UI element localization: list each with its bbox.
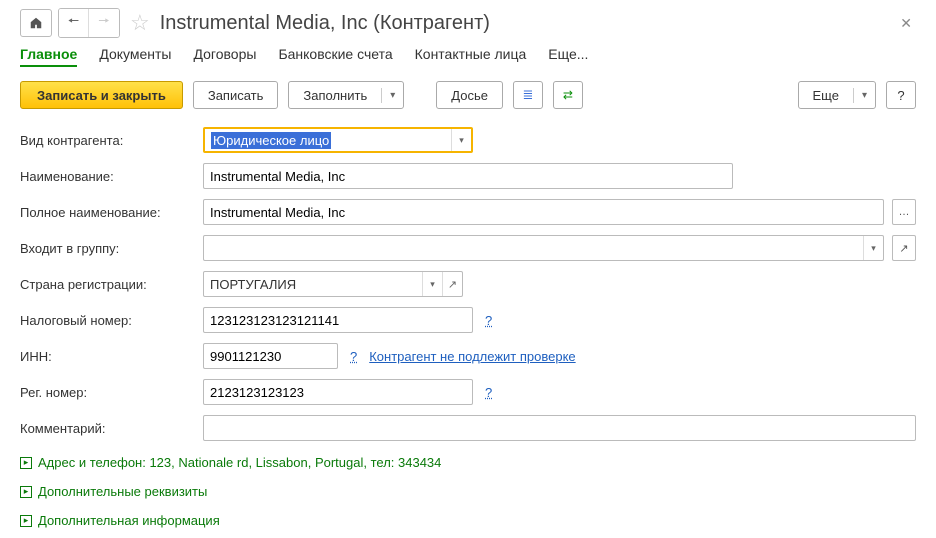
tab-more[interactable]: Еще...: [548, 46, 588, 67]
close-icon[interactable]: ✕: [896, 11, 916, 36]
forward-button[interactable]: 🠖: [89, 9, 119, 37]
reg-no-input[interactable]: [203, 379, 473, 405]
refresh-icon: ⇄: [563, 88, 573, 102]
favorite-star-icon[interactable]: ☆: [130, 10, 150, 36]
expand-arrow-icon: ▸: [20, 457, 32, 469]
dossier-button[interactable]: Досье: [436, 81, 503, 109]
group-value: [204, 236, 863, 260]
expand-arrow-icon: ▸: [20, 515, 32, 527]
chevron-down-icon[interactable]: ▾: [422, 272, 442, 296]
expander-extra-req[interactable]: ▸ Дополнительные реквизиты: [20, 484, 916, 499]
more-button[interactable]: Еще ▾: [798, 81, 876, 109]
page-title: Instrumental Media, Inc (Контрагент): [160, 12, 490, 35]
country-select[interactable]: ПОРТУГАЛИЯ ▾ ↗: [203, 271, 463, 297]
expander-address[interactable]: ▸ Адрес и телефон: 123, Nationale rd, Li…: [20, 455, 916, 470]
list-icon: ≣: [523, 87, 534, 103]
fill-label: Заполнить: [289, 88, 382, 103]
full-name-ellipsis-button[interactable]: …: [892, 199, 916, 225]
expander-extra-info-label: Дополнительная информация: [38, 513, 220, 528]
tax-no-input[interactable]: [203, 307, 473, 333]
label-reg-no: Рег. номер:: [20, 385, 195, 400]
label-tax-no: Налоговый номер:: [20, 313, 195, 328]
reg-no-help[interactable]: ?: [481, 385, 496, 400]
comment-input[interactable]: [203, 415, 916, 441]
arrow-right-icon: 🠖: [98, 12, 109, 34]
group-open-button[interactable]: ↗: [892, 235, 916, 261]
fill-button[interactable]: Заполнить ▾: [288, 81, 404, 109]
group-select[interactable]: ▾: [203, 235, 884, 261]
type-select[interactable]: Юридическое лицо ▾: [203, 127, 473, 153]
back-button[interactable]: 🠔: [59, 9, 89, 37]
country-value: ПОРТУГАЛИЯ: [204, 272, 422, 296]
tax-no-help[interactable]: ?: [481, 313, 496, 328]
chevron-down-icon: ▾: [854, 90, 875, 101]
tab-contacts[interactable]: Контактные лица: [415, 46, 527, 67]
list-button[interactable]: ≣: [513, 81, 543, 109]
label-inn: ИНН:: [20, 349, 195, 364]
chevron-down-icon: ▾: [382, 90, 403, 101]
form: Вид контрагента: Юридическое лицо ▾ Наим…: [20, 127, 916, 528]
save-button[interactable]: Записать: [193, 81, 279, 109]
tab-documents[interactable]: Документы: [99, 46, 171, 67]
name-input[interactable]: [203, 163, 733, 189]
arrow-left-icon: 🠔: [68, 12, 79, 34]
expander-extra-req-label: Дополнительные реквизиты: [38, 484, 207, 499]
chevron-down-icon[interactable]: ▾: [451, 129, 471, 151]
more-label: Еще: [799, 88, 854, 103]
label-comment: Комментарий:: [20, 421, 195, 436]
home-icon: [29, 16, 43, 30]
toolbar: Записать и закрыть Записать Заполнить ▾ …: [20, 81, 916, 109]
tab-main[interactable]: Главное: [20, 46, 77, 67]
tab-contracts[interactable]: Договоры: [194, 46, 257, 67]
type-value: Юридическое лицо: [211, 132, 331, 149]
label-type: Вид контрагента:: [20, 133, 195, 148]
full-name-input[interactable]: [203, 199, 884, 225]
expander-address-label: Адрес и телефон: 123, Nationale rd, Liss…: [38, 455, 441, 470]
tabs: Главное Документы Договоры Банковские сч…: [20, 46, 916, 67]
home-button[interactable]: [20, 9, 52, 37]
expander-extra-info[interactable]: ▸ Дополнительная информация: [20, 513, 916, 528]
label-country: Страна регистрации:: [20, 277, 195, 292]
refresh-button[interactable]: ⇄: [553, 81, 583, 109]
save-and-close-button[interactable]: Записать и закрыть: [20, 81, 183, 109]
expand-arrow-icon: ▸: [20, 486, 32, 498]
inn-check-link[interactable]: Контрагент не подлежит проверке: [369, 349, 575, 364]
label-group: Входит в группу:: [20, 241, 195, 256]
label-full-name: Полное наименование:: [20, 205, 195, 220]
inn-input[interactable]: [203, 343, 338, 369]
label-name: Наименование:: [20, 169, 195, 184]
nav-history: 🠔 🠖: [58, 8, 120, 38]
inn-help[interactable]: ?: [346, 349, 361, 364]
tab-bank-accounts[interactable]: Банковские счета: [278, 46, 392, 67]
help-button[interactable]: ?: [886, 81, 916, 109]
chevron-down-icon[interactable]: ▾: [863, 236, 883, 260]
country-open-icon[interactable]: ↗: [442, 272, 462, 296]
